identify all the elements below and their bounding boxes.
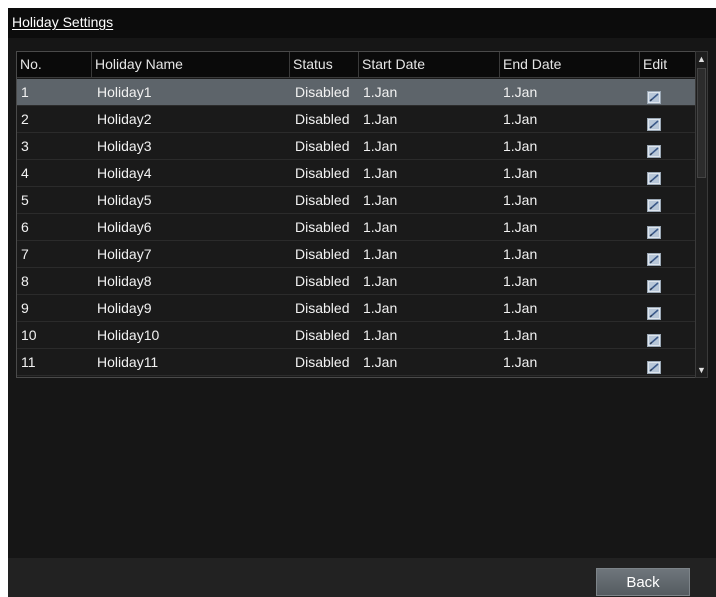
edit-icon[interactable] bbox=[647, 140, 661, 158]
holiday-name: Holiday9 bbox=[97, 300, 152, 316]
table-row[interactable]: 9 Holiday9 Disabled 1.Jan 1.Jan bbox=[17, 295, 695, 322]
page-title: Holiday Settings bbox=[12, 14, 114, 30]
start-date: 1.Jan bbox=[363, 327, 398, 343]
end-date: 1.Jan bbox=[503, 300, 538, 316]
holiday-status: Disabled bbox=[295, 138, 350, 154]
start-date: 1.Jan bbox=[363, 138, 398, 154]
edit-icon[interactable] bbox=[647, 275, 661, 293]
holiday-status: Disabled bbox=[295, 165, 350, 181]
holiday-settings-window: Holiday Settings No. Holiday Name Status… bbox=[8, 8, 716, 597]
vertical-scrollbar[interactable]: ▲ ▼ bbox=[695, 51, 708, 378]
holiday-status: Disabled bbox=[295, 354, 350, 370]
holiday-status: Disabled bbox=[295, 327, 350, 343]
holiday-status: Disabled bbox=[295, 219, 350, 235]
table-row[interactable]: 11 Holiday11 Disabled 1.Jan 1.Jan bbox=[17, 349, 695, 376]
row-number: 9 bbox=[21, 300, 29, 316]
start-date: 1.Jan bbox=[363, 219, 398, 235]
holiday-name: Holiday10 bbox=[97, 327, 160, 343]
column-header-start-date[interactable]: Start Date bbox=[358, 52, 499, 77]
holiday-name: Holiday2 bbox=[97, 111, 152, 127]
table-row[interactable]: 1 Holiday1 Disabled 1.Jan 1.Jan bbox=[17, 79, 695, 106]
end-date: 1.Jan bbox=[503, 165, 538, 181]
holiday-status: Disabled bbox=[295, 246, 350, 262]
table-row[interactable]: 3 Holiday3 Disabled 1.Jan 1.Jan bbox=[17, 133, 695, 160]
start-date: 1.Jan bbox=[363, 84, 398, 100]
table-header: No. Holiday Name Status Start Date End D… bbox=[17, 52, 695, 78]
start-date: 1.Jan bbox=[363, 354, 398, 370]
end-date: 1.Jan bbox=[503, 219, 538, 235]
column-header-holiday-name[interactable]: Holiday Name bbox=[91, 52, 289, 77]
start-date: 1.Jan bbox=[363, 165, 398, 181]
row-number: 11 bbox=[21, 354, 36, 370]
holiday-table: No. Holiday Name Status Start Date End D… bbox=[16, 51, 696, 378]
start-date: 1.Jan bbox=[363, 273, 398, 289]
holiday-status: Disabled bbox=[295, 192, 350, 208]
row-number: 8 bbox=[21, 273, 29, 289]
table-row[interactable]: 2 Holiday2 Disabled 1.Jan 1.Jan bbox=[17, 106, 695, 133]
end-date: 1.Jan bbox=[503, 138, 538, 154]
holiday-status: Disabled bbox=[295, 273, 350, 289]
row-number: 3 bbox=[21, 138, 29, 154]
title-bar: Holiday Settings bbox=[8, 8, 716, 38]
scroll-thumb[interactable] bbox=[697, 68, 706, 178]
holiday-name: Holiday11 bbox=[97, 354, 159, 370]
start-date: 1.Jan bbox=[363, 246, 398, 262]
table-row[interactable]: 7 Holiday7 Disabled 1.Jan 1.Jan bbox=[17, 241, 695, 268]
edit-icon[interactable] bbox=[647, 113, 661, 131]
table-row[interactable]: 6 Holiday6 Disabled 1.Jan 1.Jan bbox=[17, 214, 695, 241]
edit-icon[interactable] bbox=[647, 167, 661, 185]
start-date: 1.Jan bbox=[363, 192, 398, 208]
scroll-up-arrow-icon[interactable]: ▲ bbox=[696, 53, 707, 65]
end-date: 1.Jan bbox=[503, 192, 538, 208]
start-date: 1.Jan bbox=[363, 111, 398, 127]
end-date: 1.Jan bbox=[503, 327, 538, 343]
row-number: 10 bbox=[21, 327, 37, 343]
holiday-name: Holiday6 bbox=[97, 219, 152, 235]
table-row[interactable]: 8 Holiday8 Disabled 1.Jan 1.Jan bbox=[17, 268, 695, 295]
edit-icon[interactable] bbox=[647, 302, 661, 320]
end-date: 1.Jan bbox=[503, 354, 538, 370]
row-number: 4 bbox=[21, 165, 29, 181]
scroll-down-arrow-icon[interactable]: ▼ bbox=[696, 364, 707, 376]
end-date: 1.Jan bbox=[503, 84, 538, 100]
back-button[interactable]: Back bbox=[596, 568, 690, 596]
end-date: 1.Jan bbox=[503, 111, 538, 127]
table-row[interactable]: 5 Holiday5 Disabled 1.Jan 1.Jan bbox=[17, 187, 695, 214]
holiday-status: Disabled bbox=[295, 300, 350, 316]
edit-icon[interactable] bbox=[647, 356, 661, 374]
holiday-name: Holiday1 bbox=[97, 84, 152, 100]
column-header-status[interactable]: Status bbox=[289, 52, 359, 77]
edit-icon[interactable] bbox=[647, 248, 661, 266]
row-number: 7 bbox=[21, 246, 29, 262]
holiday-name: Holiday4 bbox=[97, 165, 152, 181]
end-date: 1.Jan bbox=[503, 246, 538, 262]
holiday-status: Disabled bbox=[295, 111, 350, 127]
row-number: 1 bbox=[21, 84, 29, 100]
row-number: 5 bbox=[21, 192, 29, 208]
edit-icon[interactable] bbox=[647, 221, 661, 239]
edit-icon[interactable] bbox=[647, 329, 661, 347]
edit-icon[interactable] bbox=[647, 86, 661, 104]
holiday-name: Holiday8 bbox=[97, 273, 152, 289]
footer-bar: Back bbox=[8, 558, 716, 597]
holiday-name: Holiday3 bbox=[97, 138, 152, 154]
table-row[interactable]: 10 Holiday10 Disabled 1.Jan 1.Jan bbox=[17, 322, 695, 349]
holiday-status: Disabled bbox=[295, 84, 350, 100]
row-number: 6 bbox=[21, 219, 29, 235]
edit-icon[interactable] bbox=[647, 194, 661, 212]
holiday-name: Holiday7 bbox=[97, 246, 152, 262]
end-date: 1.Jan bbox=[503, 273, 538, 289]
table-row[interactable]: 4 Holiday4 Disabled 1.Jan 1.Jan bbox=[17, 160, 695, 187]
start-date: 1.Jan bbox=[363, 300, 398, 316]
row-number: 2 bbox=[21, 111, 29, 127]
column-header-end-date[interactable]: End Date bbox=[499, 52, 639, 77]
column-header-edit[interactable]: Edit bbox=[639, 52, 695, 77]
column-header-no[interactable]: No. bbox=[17, 52, 89, 77]
holiday-name: Holiday5 bbox=[97, 192, 152, 208]
